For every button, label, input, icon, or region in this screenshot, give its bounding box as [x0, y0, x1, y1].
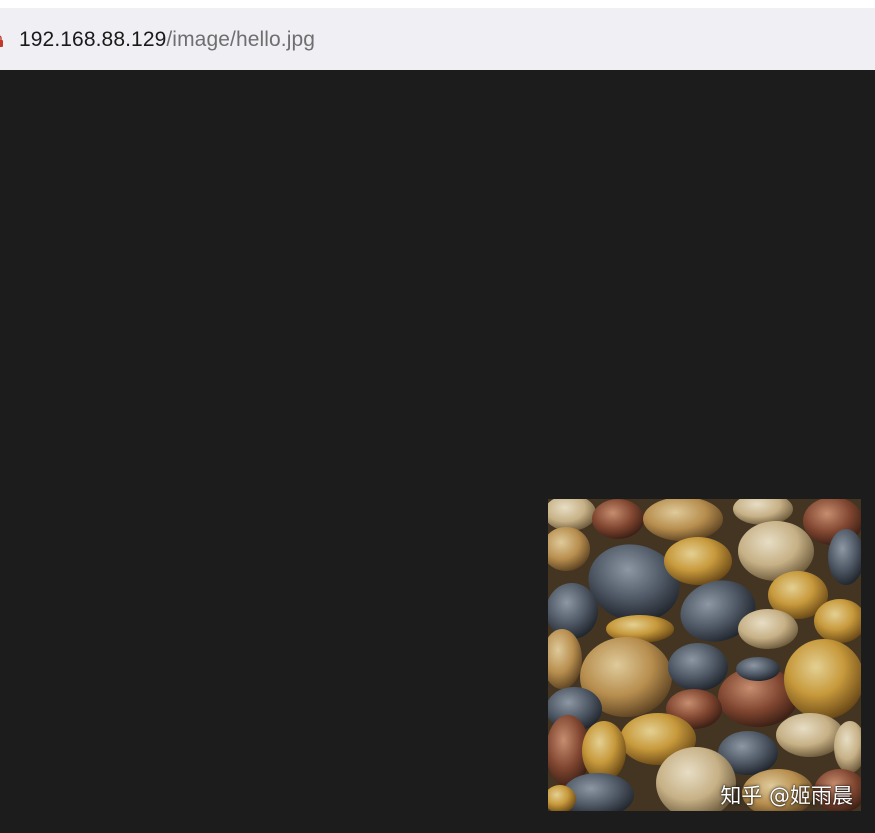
url-path: /image/hello.jpg [166, 28, 316, 51]
address-bar[interactable]: 192.168.88.129/image/hello.jpg [0, 8, 875, 70]
url-host: 192.168.88.129 [19, 28, 167, 51]
pebbles-image [548, 499, 861, 811]
site-info-icon[interactable] [0, 35, 4, 47]
pebbles-photo: 知乎 @姬雨晨 [548, 499, 861, 811]
url-text[interactable]: 192.168.88.129/image/hello.jpg [19, 27, 315, 53]
browser-top-strip [0, 0, 875, 8]
image-watermark: 知乎 @姬雨晨 [720, 784, 853, 808]
